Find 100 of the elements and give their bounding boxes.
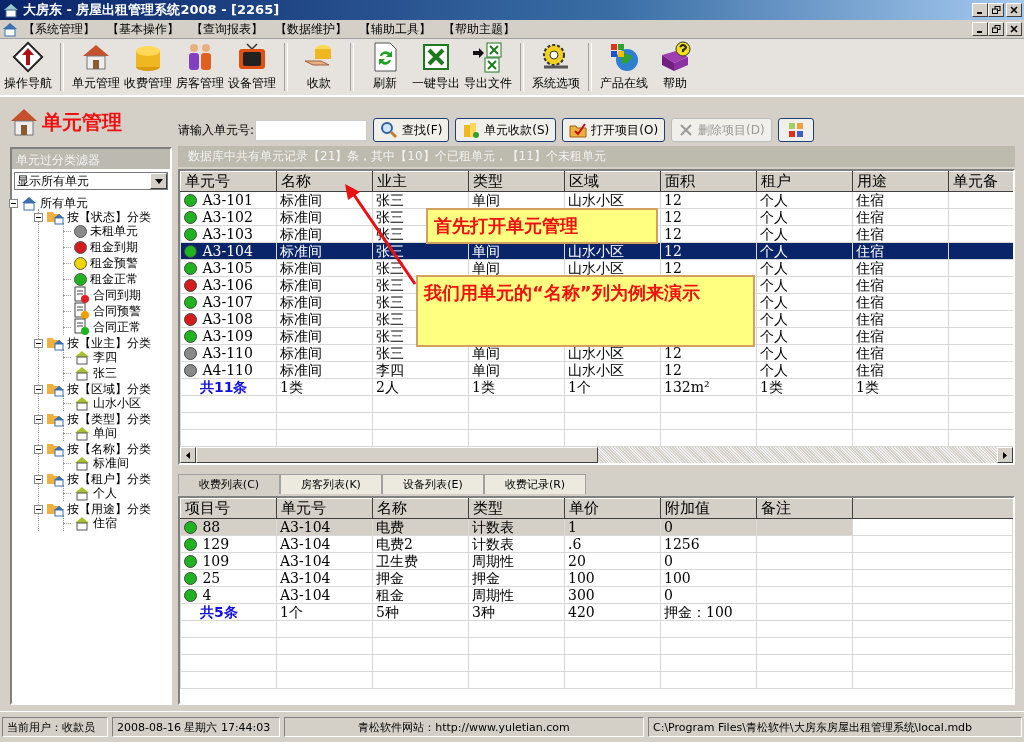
action-button[interactable]: 查找(F)	[373, 118, 450, 142]
column-header[interactable]: 名称	[276, 171, 373, 192]
column-header[interactable]: 租户	[756, 171, 853, 192]
table-cell: 山水小区	[568, 362, 624, 378]
toolbar-button[interactable]: 操作导航	[2, 39, 54, 95]
column-header[interactable]: 类型	[468, 171, 565, 192]
collapse-toggle[interactable]	[9, 198, 18, 208]
tab[interactable]: 设备列表(E)	[382, 474, 484, 494]
tree-item[interactable]: 租金正常	[90, 270, 138, 288]
filter-dropdown[interactable]: 显示所有单元	[14, 172, 168, 190]
minimize-button[interactable]	[972, 22, 988, 36]
table-cell: 12	[664, 243, 682, 259]
table-cell: 个人	[760, 328, 788, 344]
column-header[interactable]: 区域	[564, 171, 661, 192]
column-header[interactable]: 单元号	[180, 171, 277, 192]
minimize-button[interactable]	[972, 3, 988, 17]
table-cell: 张三	[376, 294, 404, 310]
toolbar-button[interactable]: 房客管理	[174, 39, 226, 95]
toolbar-button[interactable]: 收费管理	[122, 39, 174, 95]
table-cell: 0	[664, 553, 673, 569]
table-cell: 住宿	[856, 243, 884, 259]
column-header[interactable]: 业主	[372, 171, 469, 192]
coin-stack-icon	[462, 121, 481, 139]
tree-item[interactable]: 合同正常	[93, 318, 141, 336]
column-header[interactable]: 附加值	[660, 498, 757, 519]
collapse-toggle[interactable]	[34, 504, 43, 514]
color-button[interactable]	[777, 118, 814, 142]
scroll-right-button[interactable]	[997, 447, 1013, 463]
table-cell: A3-104	[280, 553, 331, 569]
menu-item[interactable]: 【帮助主题】	[440, 20, 522, 38]
table-cell: 住宿	[856, 294, 884, 310]
close-button[interactable]	[1006, 22, 1022, 36]
tree-item[interactable]: 合同到期	[93, 286, 141, 304]
toolbar-button[interactable]: 刷新	[360, 39, 410, 95]
collapse-toggle[interactable]	[34, 212, 43, 222]
table-cell: 个人	[760, 260, 788, 276]
table-cell: 标准间	[280, 209, 322, 225]
toolbar-button[interactable]: 导出文件	[462, 39, 514, 95]
table-cell: 住宿	[856, 277, 884, 293]
horizontal-scrollbar[interactable]	[180, 447, 1013, 463]
tab[interactable]: 收费列表(C)	[178, 474, 280, 494]
table-cell: A3-108	[202, 311, 253, 327]
collapse-toggle[interactable]	[34, 338, 43, 348]
table-cell: 张三	[376, 311, 404, 327]
table-cell: 电费	[376, 519, 404, 535]
table-cell: A3-101	[202, 192, 253, 208]
column-header[interactable]: 备注	[756, 498, 853, 519]
menu-item[interactable]: 【数据维护】	[272, 20, 354, 38]
table-cell: A3-104	[280, 570, 331, 586]
action-button[interactable]: 单元收款(S)	[455, 118, 557, 142]
toolbar-button[interactable]: 一键导出	[410, 39, 462, 95]
tree-item[interactable]: 张三	[93, 364, 117, 382]
tab[interactable]: 收费记录(R)	[484, 474, 586, 494]
restore-button[interactable]	[988, 3, 1004, 17]
menu-item[interactable]: 【基本操作】	[104, 20, 186, 38]
column-header[interactable]: 用途	[852, 171, 949, 192]
menu-item[interactable]: 【系统管理】	[20, 20, 102, 38]
column-header[interactable]: 类型	[468, 498, 565, 519]
menu-item[interactable]: 【查询报表】	[188, 20, 270, 38]
folder-house-icon	[46, 209, 64, 225]
table-cell: 山水小区	[568, 345, 624, 361]
tree-item[interactable]: 租金预警	[90, 254, 138, 272]
column-header[interactable]: 单价	[564, 498, 661, 519]
column-header[interactable]: 单元备	[948, 171, 1013, 192]
column-header[interactable]: 名称	[372, 498, 469, 519]
column-header[interactable]: 项目号	[180, 498, 277, 519]
column-header[interactable]: 面积	[660, 171, 757, 192]
tab[interactable]: 房客列表(K)	[280, 474, 382, 494]
folder-check-icon	[569, 121, 588, 139]
close-button[interactable]	[1006, 3, 1022, 17]
table-cell: A3-107	[202, 294, 253, 310]
collapse-toggle[interactable]	[34, 474, 43, 484]
collapse-toggle[interactable]	[34, 414, 43, 424]
table-cell: 100	[664, 570, 691, 586]
tree-item[interactable]: 租金到期	[90, 238, 138, 256]
callout-note: 我们用单元的“名称”列为例来演示	[416, 275, 755, 347]
toolbar-button[interactable]: 帮助	[650, 39, 700, 95]
toolbar-button[interactable]: 系统选项	[530, 39, 582, 95]
restore-button[interactable]	[988, 22, 1004, 36]
column-header[interactable]: 单元号	[276, 498, 373, 519]
table-row[interactable]: A4-110 标准间 李四 单间 山水小区 12 个人 住宿	[180, 361, 1013, 379]
table-cell: 标准间	[280, 345, 322, 361]
table-cell: A3-104	[280, 519, 331, 535]
action-button[interactable]: 打开项目(O)	[562, 118, 666, 142]
scroll-left-button[interactable]	[180, 447, 196, 463]
toolbar-button[interactable]: 产品在线	[598, 39, 650, 95]
toolbar-button[interactable]: 收款	[294, 39, 344, 95]
tree-item[interactable]: 合同预警	[93, 302, 141, 320]
unit-number-field[interactable]	[255, 120, 368, 141]
scrollbar-thumb[interactable]	[196, 447, 598, 463]
collapse-toggle[interactable]	[34, 384, 43, 394]
table-cell: 周期性	[472, 587, 514, 603]
table-cell: 电费2	[376, 536, 413, 552]
table-cell: 100	[568, 570, 595, 586]
table-cell: 周期性	[472, 553, 514, 569]
toolbar-button[interactable]: 设备管理	[226, 39, 278, 95]
collapse-toggle[interactable]	[34, 444, 43, 454]
toolbar-button[interactable]: 单元管理	[70, 39, 122, 95]
menu-item[interactable]: 【辅助工具】	[356, 20, 438, 38]
house-icon	[74, 425, 90, 441]
